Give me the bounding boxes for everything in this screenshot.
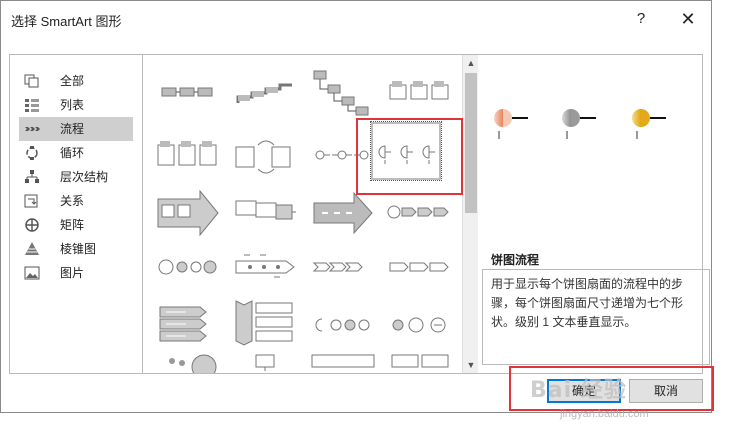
category-matrix[interactable]: 矩阵	[19, 213, 133, 237]
category-relationship[interactable]: 关系	[19, 189, 133, 213]
layout-tile[interactable]	[152, 351, 222, 373]
category-label: 图片	[60, 266, 85, 280]
smartart-dialog: 选择 SmartArt 图形 ? ✕ 全部 列表 流程 循环 层次结构 关系 矩…	[0, 0, 712, 413]
preview-title: 饼图流程	[491, 253, 540, 267]
category-label: 棱锥图	[60, 242, 97, 256]
category-all[interactable]: 全部	[19, 69, 133, 93]
dialog-title: 选择 SmartArt 图形	[11, 14, 122, 29]
category-cycle[interactable]: 循环	[19, 141, 133, 165]
layout-gallery	[144, 55, 461, 373]
process-icon	[25, 127, 40, 131]
category-list-item[interactable]: 列表	[19, 93, 133, 117]
layout-tile[interactable]	[384, 61, 454, 123]
preview-description: 用于显示每个饼图扇面的流程中的步骤，每个饼图扇面尺寸递增为七个形状。级别 1 文…	[482, 269, 710, 365]
cancel-button[interactable]: 取消	[629, 379, 703, 403]
category-label: 矩阵	[60, 218, 85, 232]
layout-tile[interactable]	[152, 61, 222, 123]
layout-tile[interactable]	[384, 241, 454, 303]
layout-tile[interactable]	[230, 351, 300, 373]
layout-tile[interactable]	[384, 181, 454, 243]
category-pyramid[interactable]: 棱锥图	[19, 237, 133, 261]
category-label: 关系	[60, 194, 85, 208]
relationship-icon	[24, 194, 38, 208]
help-button[interactable]: ?	[630, 8, 652, 30]
pie-process-tile[interactable]	[370, 121, 442, 181]
layout-tile[interactable]	[230, 61, 300, 123]
layout-tile[interactable]	[308, 295, 378, 357]
layout-tile[interactable]	[230, 241, 300, 303]
layout-tile[interactable]	[384, 295, 454, 357]
category-label: 循环	[60, 146, 85, 160]
layout-tile[interactable]	[308, 125, 378, 187]
category-label: 层次结构	[60, 170, 109, 184]
layout-tile[interactable]	[152, 295, 222, 357]
watermark-url: jingyan.baidu.com	[560, 408, 649, 420]
hierarchy-icon	[25, 170, 39, 183]
title-bar: 选择 SmartArt 图形 ? ✕	[1, 1, 711, 37]
pyramid-icon	[25, 242, 39, 255]
gallery-scrollbar[interactable]: ▲ ▼	[462, 55, 478, 373]
layout-tile[interactable]	[308, 351, 378, 373]
category-list: 全部 列表 流程 循环 层次结构 关系 矩阵 棱锥图 图片	[10, 55, 143, 373]
matrix-icon	[25, 218, 39, 232]
layout-tile[interactable]	[230, 181, 300, 243]
close-button[interactable]: ✕	[677, 8, 699, 30]
dialog-body: 全部 列表 流程 循环 层次结构 关系 矩阵 棱锥图 图片 ▲ ▼ 饼图流程 用…	[9, 54, 710, 374]
layout-tile[interactable]	[230, 125, 300, 187]
watermark-logo: Bai 经验	[530, 378, 627, 403]
layout-tile[interactable]	[308, 241, 378, 303]
scroll-up-icon[interactable]: ▲	[463, 55, 479, 71]
layout-tile[interactable]	[152, 125, 222, 187]
category-hierarchy[interactable]: 层次结构	[19, 165, 133, 189]
category-process[interactable]: 流程	[19, 117, 133, 141]
layout-tile[interactable]	[308, 181, 378, 243]
category-picture[interactable]: 图片	[19, 261, 133, 285]
picture-icon	[24, 266, 40, 280]
category-label: 列表	[60, 98, 85, 112]
layout-tile[interactable]	[308, 61, 378, 123]
layout-tile[interactable]	[152, 181, 222, 243]
preview-pane: 饼图流程 用于显示每个饼图扇面的流程中的步骤，每个饼图扇面尺寸递增为七个形状。级…	[479, 55, 710, 373]
cycle-icon	[26, 146, 38, 160]
list-icon	[25, 99, 39, 112]
category-label: 流程	[60, 122, 85, 136]
scroll-down-icon[interactable]: ▼	[463, 357, 479, 373]
all-icon	[24, 74, 39, 88]
layout-tile[interactable]	[384, 351, 454, 373]
scroll-thumb[interactable]	[465, 73, 477, 213]
layout-tile[interactable]	[230, 295, 300, 357]
layout-tile[interactable]	[152, 241, 222, 303]
preview-image	[494, 109, 666, 139]
category-label: 全部	[60, 74, 85, 88]
